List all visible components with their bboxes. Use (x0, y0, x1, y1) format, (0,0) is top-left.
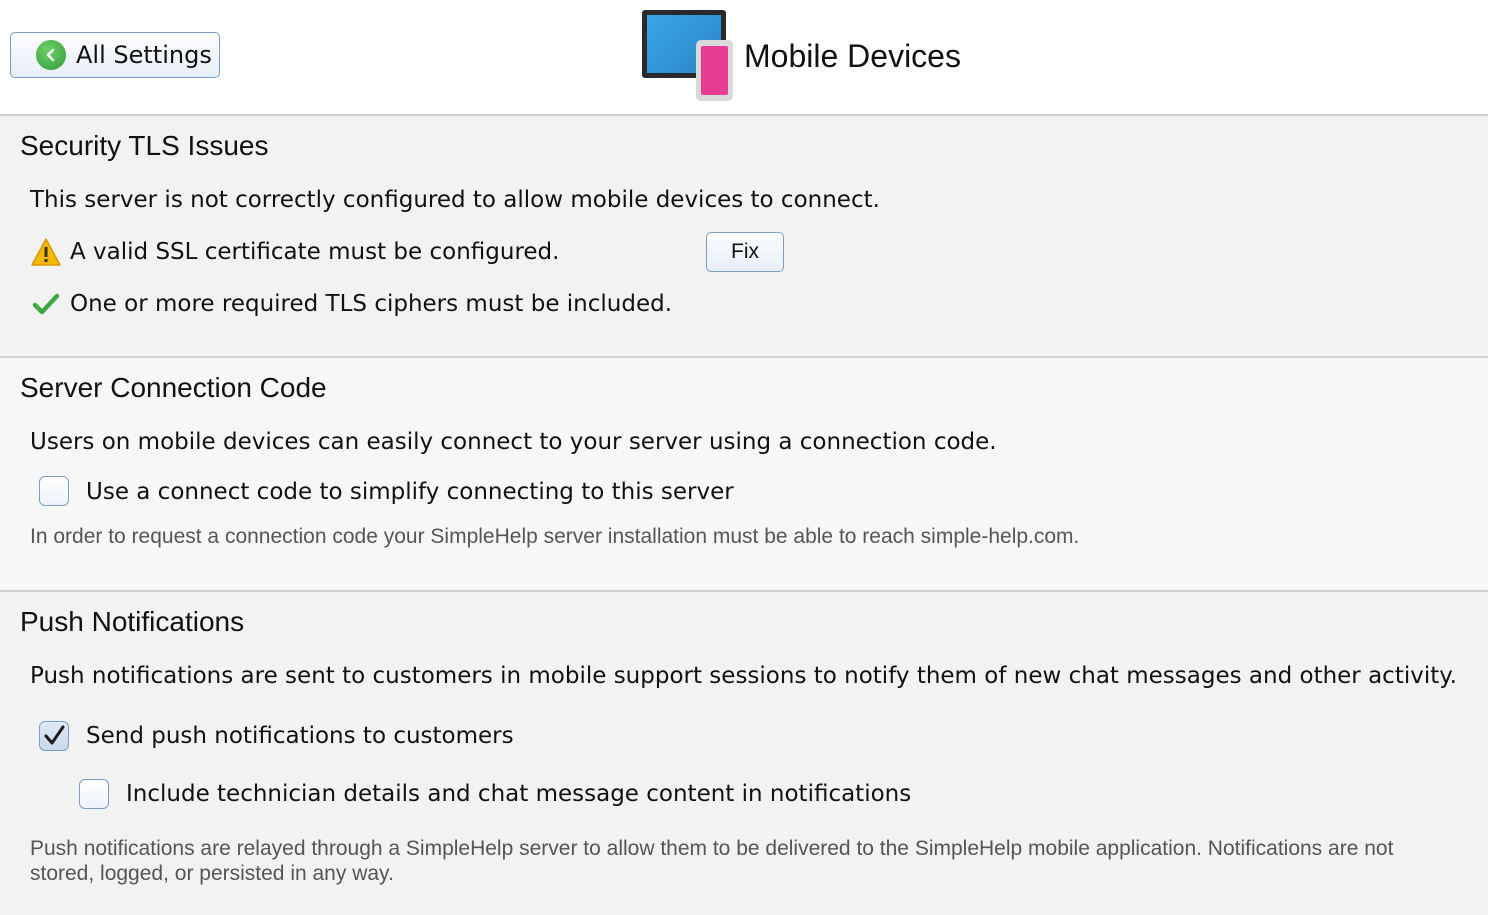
tls-section-title: Security TLS Issues (20, 130, 269, 161)
connection-code-section: Server Connection Code Users on mobile d… (0, 358, 1488, 592)
push-section-title: Push Notifications (20, 606, 245, 637)
page-title: Mobile Devices (744, 37, 961, 74)
connection-code-title: Server Connection Code (20, 372, 327, 403)
connect-code-checkbox-label[interactable]: Use a connect code to simplify connectin… (86, 479, 734, 505)
include-details-checkbox[interactable] (79, 779, 109, 809)
push-section: Push Notifications Push notifications ar… (0, 592, 1488, 915)
all-settings-label: All Settings (76, 41, 212, 69)
checkmark-icon (44, 725, 65, 745)
connection-code-description: Users on mobile devices can easily conne… (30, 429, 997, 455)
connect-code-checkbox[interactable] (39, 476, 69, 506)
chevron-left-icon (36, 40, 66, 70)
all-settings-button[interactable]: All Settings (10, 32, 220, 78)
ssl-issue-text: A valid SSL certificate must be configur… (70, 239, 560, 265)
push-note: Push notifications are relayed through a… (30, 837, 1394, 885)
send-push-checkbox[interactable] (39, 721, 69, 751)
fix-button[interactable]: Fix (706, 232, 784, 272)
tls-description: This server is not correctly configured … (30, 187, 880, 213)
include-details-label[interactable]: Include technician details and chat mess… (126, 781, 911, 807)
connection-code-note: In order to request a connection code yo… (30, 525, 1080, 548)
warning-icon (30, 237, 62, 271)
header: All Settings Mobile Devices (0, 0, 1488, 116)
tls-section: Security TLS Issues This server is not c… (0, 116, 1488, 358)
check-icon (32, 292, 60, 320)
send-push-label[interactable]: Send push notifications to customers (86, 723, 514, 749)
tls-cipher-text: One or more required TLS ciphers must be… (70, 291, 673, 317)
page-title-group: Mobile Devices (640, 8, 961, 104)
push-description: Push notifications are sent to customers… (30, 663, 1457, 689)
mobile-devices-icon (640, 8, 736, 104)
